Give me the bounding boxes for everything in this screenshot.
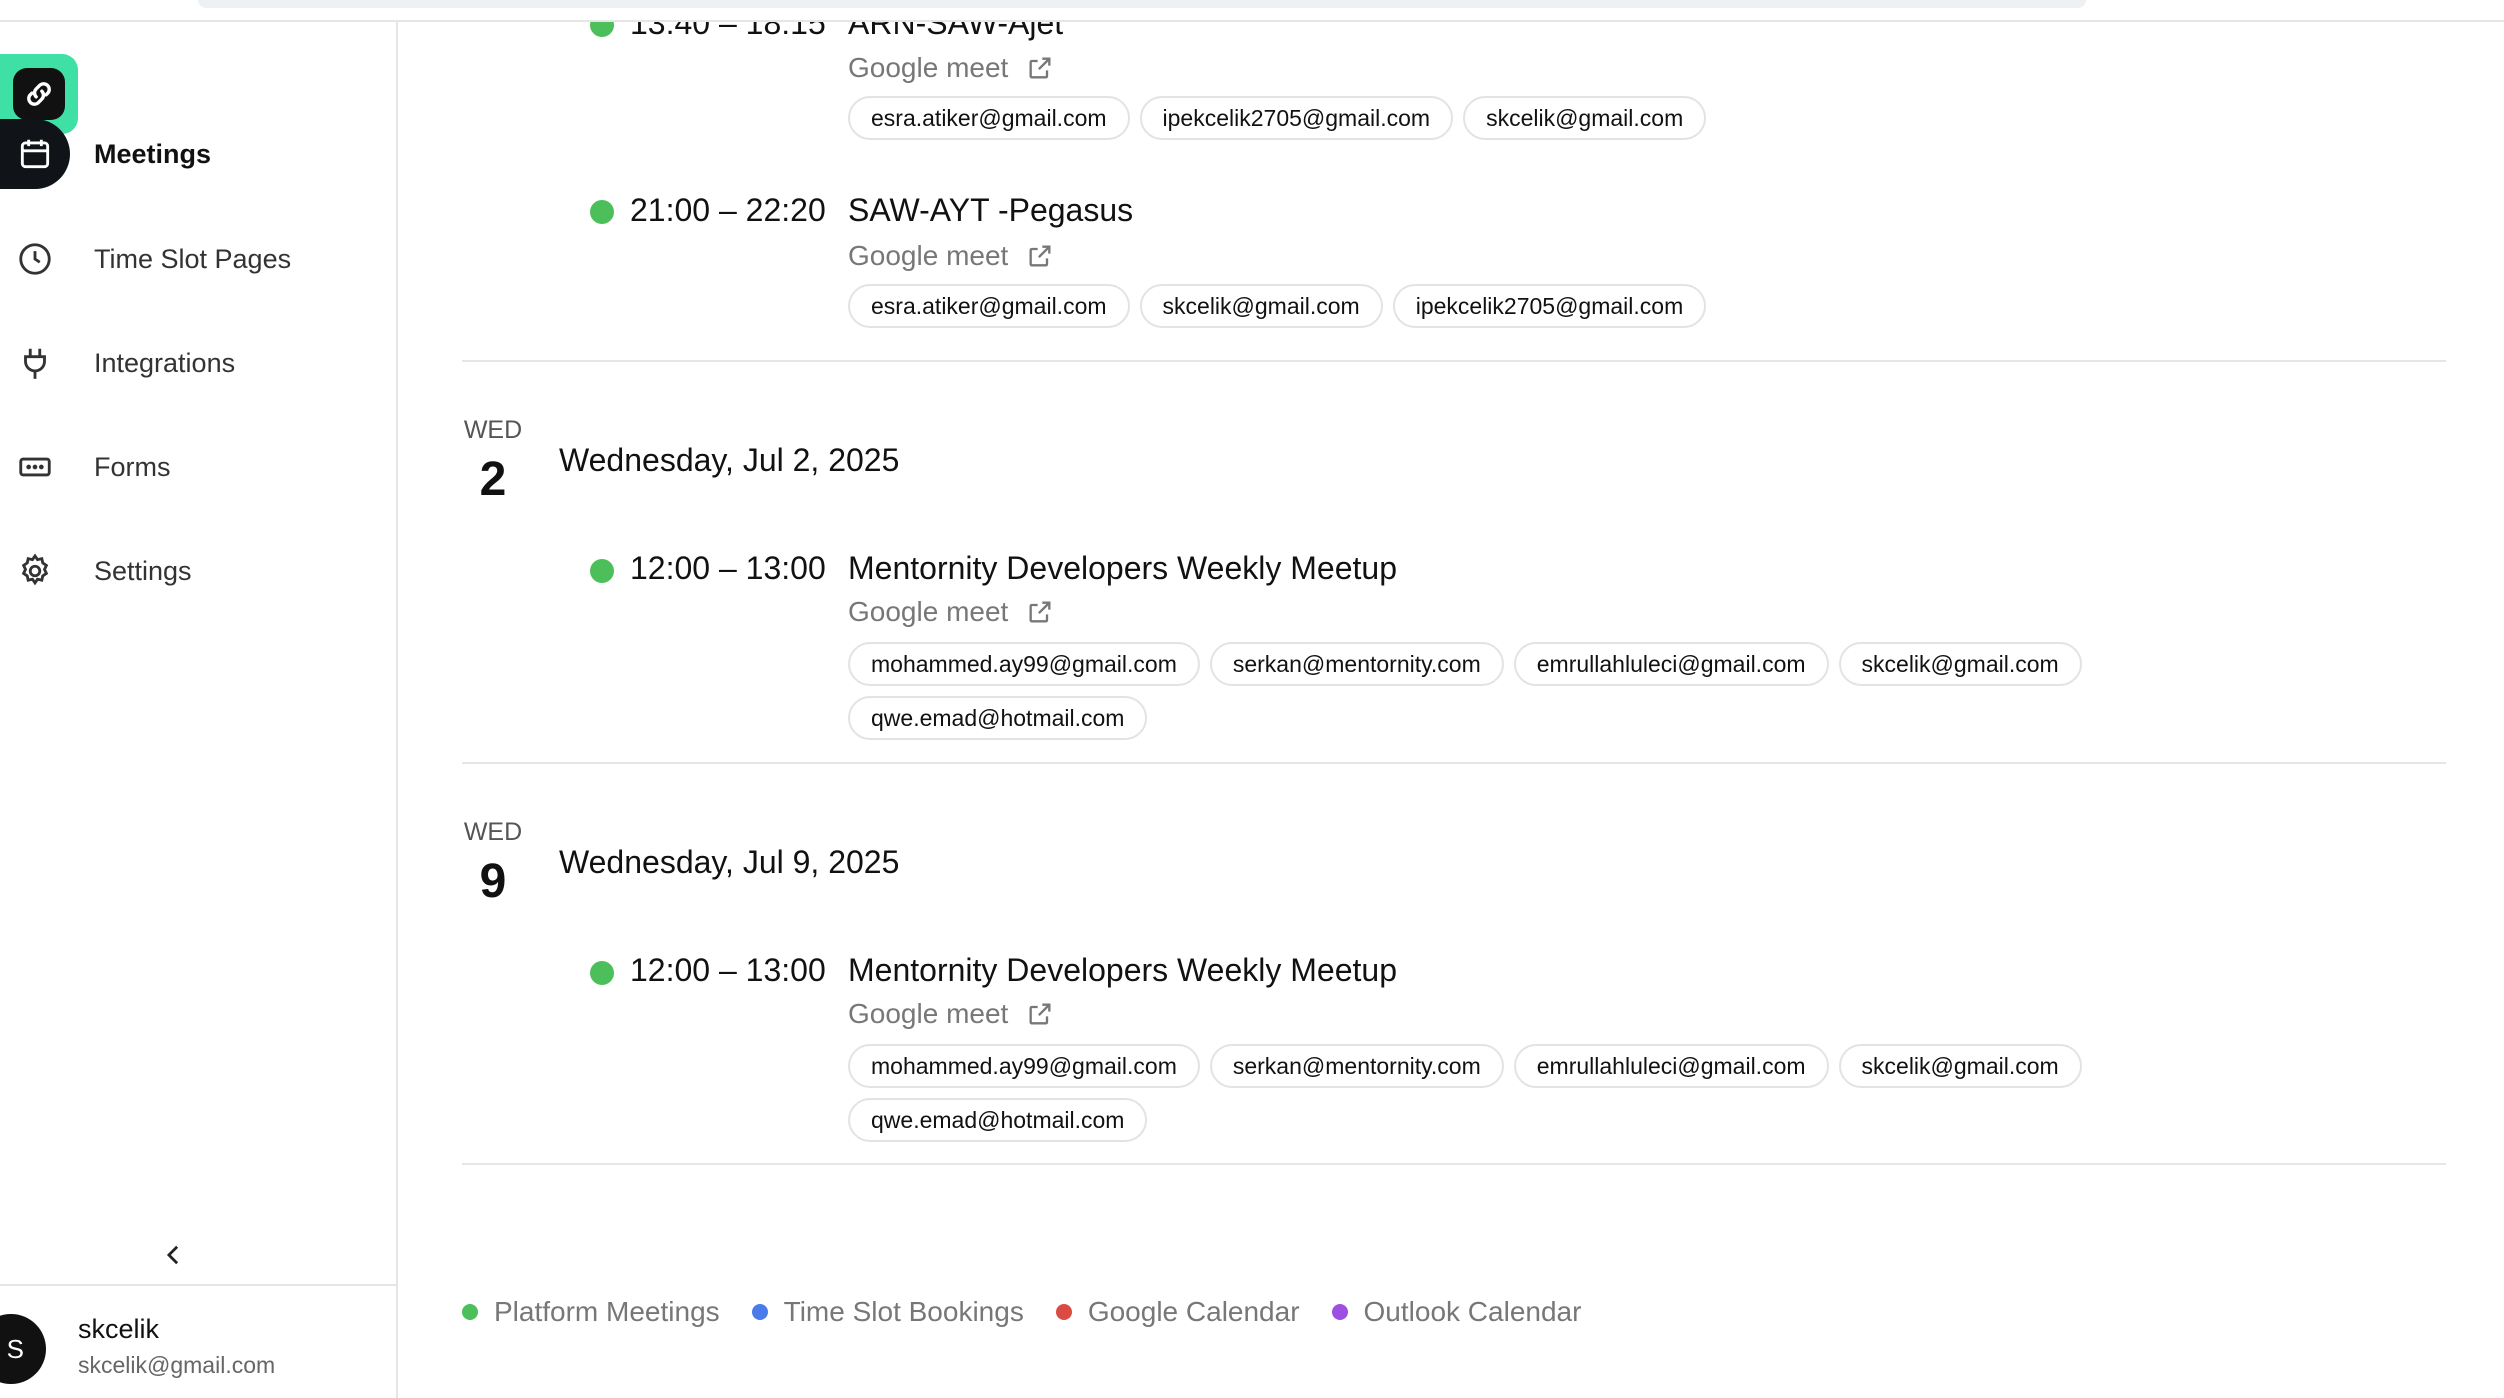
sidebar-item-forms[interactable]: Forms (0, 427, 396, 507)
google-meet-link[interactable]: Google meet (848, 240, 1054, 272)
attendee-chip[interactable]: ipekcelik2705@gmail.com (1392, 284, 1707, 328)
google-meet-label: Google meet (848, 52, 1009, 83)
attendee-list: esra.atiker@gmail.com skcelik@gmail.com … (848, 284, 2248, 328)
day-number: 9 (479, 855, 507, 908)
user-name: skcelik (78, 1314, 160, 1344)
day-date-label: Wednesday, Jul 2, 2025 (559, 442, 900, 478)
top-search-strip[interactable] (198, 0, 2086, 8)
meeting-time: 12:00 – 13:00 (630, 550, 826, 586)
day-divider (462, 762, 2446, 764)
google-meet-link[interactable]: Google meet (848, 596, 1054, 628)
legend-item-platform-meetings: Platform Meetings (462, 1296, 720, 1328)
legend-dot (1331, 1304, 1348, 1320)
google-meet-link[interactable]: Google meet (848, 998, 1054, 1030)
attendee-list: mohammed.ay99@gmail.com serkan@mentornit… (848, 642, 2248, 740)
attendee-list: mohammed.ay99@gmail.com serkan@mentornit… (848, 1044, 2248, 1142)
legend-dot (462, 1304, 478, 1320)
legend-label: Outlook Calendar (1363, 1296, 1582, 1327)
external-link-icon (1029, 1003, 1051, 1025)
sidebar-item-label: Meetings (94, 138, 212, 169)
legend-item-outlook-calendar: Outlook Calendar (1331, 1296, 1582, 1328)
sidebar-item-label: Time Slot Pages (94, 243, 292, 274)
attendee-chip[interactable]: qwe.emad@hotmail.com (848, 1098, 1148, 1142)
legend-dot (751, 1304, 768, 1320)
meeting-title: Mentornity Developers Weekly Meetup (848, 952, 1397, 988)
meeting-title: SAW-AYT -Pegasus (848, 192, 1134, 228)
platform-meeting-dot (590, 961, 614, 985)
attendee-chip[interactable]: skcelik@gmail.com (1838, 642, 2082, 686)
chevron-left-icon (166, 1245, 179, 1265)
legend-label: Time Slot Bookings (783, 1296, 1024, 1327)
google-meet-label: Google meet (848, 596, 1009, 627)
calendar-legend: Platform Meetings Time Slot Bookings Goo… (462, 1296, 1581, 1328)
day-of-week: WED (463, 818, 523, 846)
google-meet-label: Google meet (848, 240, 1009, 271)
attendee-chip[interactable]: emrullahluleci@gmail.com (1513, 1044, 1829, 1088)
legend-label: Google Calendar (1087, 1296, 1300, 1327)
platform-meeting-dot (590, 200, 614, 224)
attendee-chip[interactable]: skcelik@gmail.com (1139, 284, 1383, 328)
meeting-time: 21:00 – 22:20 (630, 192, 826, 228)
sidebar-item-meetings[interactable]: Meetings (0, 114, 396, 194)
attendee-chip[interactable]: esra.atiker@gmail.com (848, 284, 1130, 328)
avatar: S (0, 1314, 46, 1384)
sidebar-item-time-slot-pages[interactable]: Time Slot Pages (0, 219, 396, 299)
day-date-label: Wednesday, Jul 9, 2025 (559, 844, 900, 880)
meetings-list: 13:40 – 18:15 ARN-SAW-Ajet Google meet e… (400, 0, 2504, 1398)
legend-item-google-calendar: Google Calendar (1055, 1296, 1300, 1328)
attendee-chip[interactable]: skcelik@gmail.com (1838, 1044, 2082, 1088)
meeting-title: Mentornity Developers Weekly Meetup (848, 550, 1397, 586)
link-logo-icon (13, 68, 65, 120)
meeting-time: 12:00 – 13:00 (630, 952, 826, 988)
attendee-chip[interactable]: serkan@mentornity.com (1209, 642, 1504, 686)
day-divider (462, 360, 2446, 362)
legend-item-time-slot-bookings: Time Slot Bookings (751, 1296, 1024, 1328)
external-link-icon (1029, 57, 1051, 79)
form-icon (0, 432, 70, 502)
attendee-chip[interactable]: emrullahluleci@gmail.com (1513, 642, 1829, 686)
attendee-chip[interactable]: serkan@mentornity.com (1209, 1044, 1504, 1088)
attendee-chip[interactable]: esra.atiker@gmail.com (848, 96, 1130, 140)
platform-meeting-dot (590, 559, 614, 583)
sidebar-item-label: Forms (94, 451, 171, 482)
day-of-week: WED (463, 416, 523, 444)
attendee-chip[interactable]: qwe.emad@hotmail.com (848, 696, 1148, 740)
clock-icon (0, 224, 70, 294)
attendee-chip[interactable]: mohammed.ay99@gmail.com (848, 642, 1200, 686)
sidebar-item-settings[interactable]: Settings (0, 531, 396, 611)
user-profile[interactable]: S skcelik skcelik@gmail.com (0, 1284, 396, 1398)
google-meet-link[interactable]: Google meet (848, 52, 1054, 84)
attendee-chip[interactable]: mohammed.ay99@gmail.com (848, 1044, 1200, 1088)
plug-icon (0, 328, 70, 398)
day-divider (462, 1163, 2446, 1165)
legend-dot (1055, 1304, 1072, 1320)
external-link-icon (1029, 245, 1051, 267)
user-email: skcelik@gmail.com (78, 1352, 276, 1378)
top-bar (0, 0, 2504, 22)
gear-icon (0, 536, 70, 606)
day-number: 2 (479, 453, 507, 506)
external-link-icon (1029, 601, 1051, 623)
calendar-icon (0, 119, 70, 189)
sidebar-item-label: Settings (94, 555, 192, 586)
attendee-list: esra.atiker@gmail.com ipekcelik2705@gmai… (848, 96, 2248, 140)
attendee-chip[interactable]: ipekcelik2705@gmail.com (1139, 96, 1454, 140)
google-meet-label: Google meet (848, 998, 1009, 1029)
collapse-sidebar-button[interactable] (158, 1240, 188, 1270)
sidebar-item-label: Integrations (94, 347, 236, 378)
sidebar: Meetings Time Slot Pages Integrations Fo… (0, 22, 398, 1398)
attendee-chip[interactable]: skcelik@gmail.com (1463, 96, 1707, 140)
sidebar-item-integrations[interactable]: Integrations (0, 323, 396, 403)
legend-label: Platform Meetings (494, 1296, 720, 1327)
